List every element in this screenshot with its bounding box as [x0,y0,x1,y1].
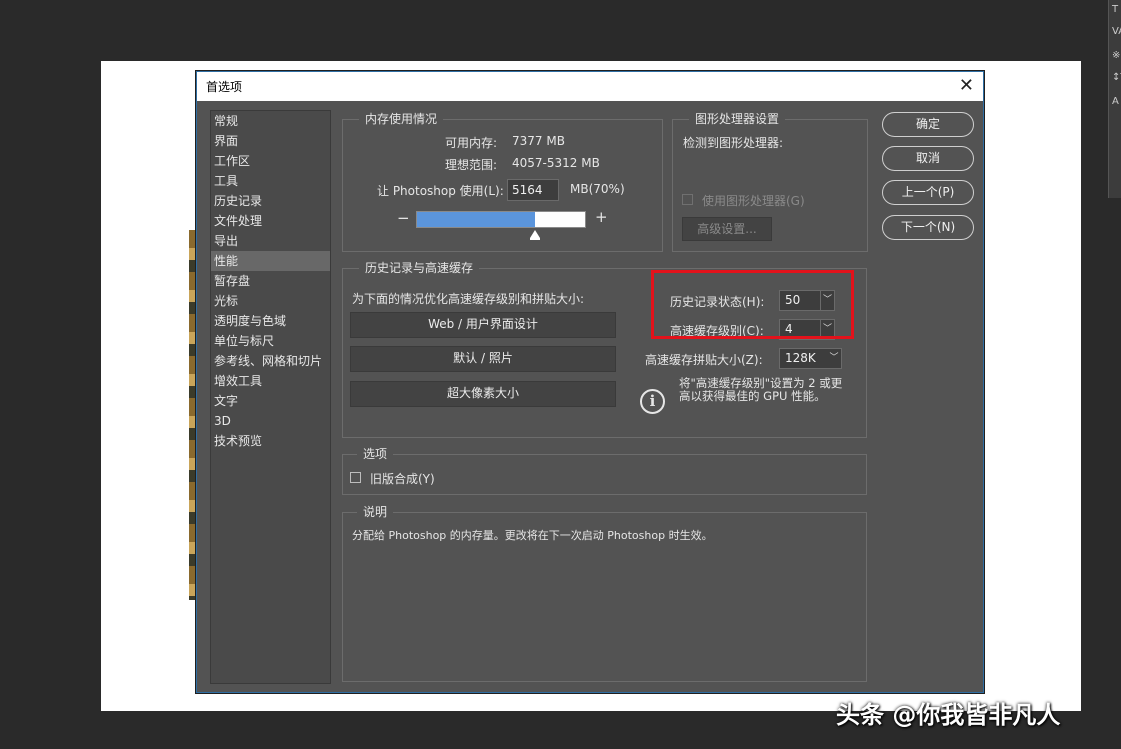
watermark: 头条 @你我皆非凡人 [836,701,1061,729]
panel-glyph: A [1112,96,1119,107]
options-legend: 选项 [357,447,394,461]
description-legend: 说明 [357,505,394,519]
nav-item[interactable]: 技术预览 [211,431,330,451]
gpu-tip-line-2: 高以获得最佳的 GPU 性能。 [679,389,826,403]
ok-button[interactable]: 确定 [882,112,974,137]
nav-item[interactable]: 增效工具 [211,371,330,391]
memory-slider-fill [417,212,535,227]
title-bar: 首选项 ✕ [197,72,983,101]
nav-item[interactable]: 界面 [211,131,330,151]
cache-tile-size-value: 128K [785,351,816,365]
memory-usage-legend: 内存使用情况 [359,112,444,126]
preferences-nav: 常规 界面 工作区 工具 历史记录 文件处理 导出 性能 暂存盘 光标 透明度与色域 单位与标尺 参考线… [210,110,331,684]
nav-item[interactable]: 常规 [211,111,330,131]
close-icon[interactable]: ✕ [959,75,974,96]
use-gpu-checkbox[interactable] [682,194,693,205]
nav-item[interactable]: 导出 [211,231,330,251]
ideal-range-value: 4057-5312 MB [512,156,600,170]
description-text: 分配给 Photoshop 的内存量。更改将在下一次启动 Photoshop 时… [352,529,713,542]
default-photos-button[interactable]: 默认 / 照片 [350,346,616,372]
panel-glyph: VA [1112,26,1121,37]
nav-item[interactable]: 3D [211,411,330,431]
nav-item[interactable]: 性能 [211,251,330,271]
nav-item[interactable]: 文件处理 [211,211,330,231]
optimize-label: 为下面的情况优化高速缓存级别和拼贴大小: [352,292,585,306]
cache-tile-size-label: 高速缓存拼贴大小(Z): [645,353,763,367]
next-button[interactable]: 下一个(N) [882,215,974,240]
memory-slider-track[interactable] [416,211,586,228]
nav-item[interactable]: 工具 [211,171,330,191]
nav-item[interactable]: 工作区 [211,151,330,171]
nav-item[interactable]: 光标 [211,291,330,311]
use-gpu-label: 使用图形处理器(G) [702,194,805,208]
gpu-settings-legend: 图形处理器设置 [689,112,786,126]
nav-item[interactable]: 透明度与色域 [211,311,330,331]
panel-glyph: ※ [1112,50,1121,61]
previous-button[interactable]: 上一个(P) [882,180,974,205]
panel-glyph: T [1112,4,1119,15]
huge-pixel-button[interactable]: 超大像素大小 [350,381,616,407]
nav-item[interactable]: 暂存盘 [211,271,330,291]
minus-button[interactable]: − [397,209,410,227]
available-memory-value: 7377 MB [512,134,565,148]
memory-use-label: 让 Photoshop 使用(L): [377,184,504,198]
dialog-title: 首选项 [206,80,243,94]
chevron-down-icon[interactable]: ﹀ [827,349,841,368]
character-panel-edge: T VA ※ ↕T A [1108,0,1121,198]
available-memory-label: 可用内存: [445,136,498,150]
legacy-compositing-label: 旧版合成(Y) [370,472,435,486]
cancel-button[interactable]: 取消 [882,146,974,171]
cache-tile-size-select[interactable]: 128K ﹀ [779,348,842,369]
history-cache-legend: 历史记录与高速缓存 [359,261,480,275]
nav-item[interactable]: 文字 [211,391,330,411]
plus-button[interactable]: + [595,208,608,226]
nav-item[interactable]: 参考线、网格和切片 [211,351,330,371]
nav-item[interactable]: 历史记录 [211,191,330,211]
legacy-compositing-checkbox[interactable] [350,472,361,483]
web-ui-design-button[interactable]: Web / 用户界面设计 [350,312,616,338]
highlight-annotation [651,270,854,339]
advanced-settings-button[interactable]: 高级设置... [682,217,772,241]
ideal-range-label: 理想范围: [445,158,498,172]
memory-slider-thumb[interactable] [530,230,540,240]
preferences-dialog: 首选项 ✕ 常规 界面 工作区 工具 历史记录 文件处理 导出 性能 暂存盘 光标 透明度与色域 单位… [196,71,984,693]
gpu-detected-label: 检测到图形处理器: [683,136,784,150]
info-icon: i [640,389,665,414]
memory-use-input[interactable]: 5164 [507,179,559,201]
panel-glyph: ↕T [1112,72,1121,83]
nav-item[interactable]: 单位与标尺 [211,331,330,351]
memory-use-unit: MB(70%) [570,182,625,196]
